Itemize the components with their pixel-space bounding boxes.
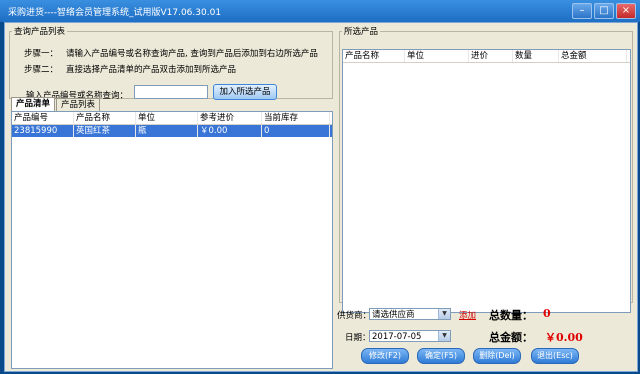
step1: 步骤一： 请输入产品编号或名称查询产品, 查询到产品后添加到右边所选产品 xyxy=(24,47,318,59)
product-grid[interactable]: 产品编号 产品名称 单位 参考进价 当前库存 23815990 英国红茶 瓶 ￥… xyxy=(11,111,333,369)
table-row[interactable]: 23815990 英国红茶 瓶 ￥0.00 0 xyxy=(12,125,332,137)
column-header[interactable]: 当前库存 xyxy=(262,112,330,124)
date-value: 2017-07-05 xyxy=(372,332,422,342)
add-to-selected-button[interactable]: 加入所选产品 xyxy=(213,84,277,100)
search-input[interactable] xyxy=(134,85,208,99)
confirm-button[interactable]: 确定(F5) xyxy=(417,348,465,364)
column-header[interactable]: 产品编号 xyxy=(12,112,74,124)
step1-label: 步骤一： xyxy=(24,49,59,59)
window-title: 采购进货----智络会员管理系统_试用版V17.06.30.01 xyxy=(8,8,222,18)
column-header[interactable]: 总金额 xyxy=(559,50,627,62)
step2: 步骤二： 直接选择产品清单的产品双击添加到所选产品 xyxy=(24,63,236,75)
maximize-button[interactable]: □ xyxy=(594,3,614,19)
cell-product-code: 23815990 xyxy=(12,125,74,137)
column-header[interactable]: 单位 xyxy=(136,112,198,124)
column-header[interactable]: 进价 xyxy=(469,50,513,62)
tab-product-inventory[interactable]: 产品清单 xyxy=(11,97,56,112)
main-window: 查询产品列表 步骤一： 请输入产品编号或名称查询产品, 查询到产品后添加到右边所… xyxy=(4,22,638,372)
total-amount-value: ￥0.00 xyxy=(545,331,583,344)
date-picker[interactable]: 2017-07-05 ▼ xyxy=(369,330,451,342)
window-controls: – □ × xyxy=(572,3,636,19)
close-button[interactable]: × xyxy=(616,3,636,19)
query-legend: 查询产品列表 xyxy=(14,27,66,37)
selected-products-panel: 所选产品 产品名称 单位 进价 数量 总金额 xyxy=(339,25,633,313)
cell-unit: 瓶 xyxy=(136,125,198,137)
total-quantity-label: 总数量： xyxy=(489,309,533,322)
chevron-down-icon[interactable]: ▼ xyxy=(438,309,450,319)
column-header[interactable]: 产品名称 xyxy=(74,112,136,124)
cell-product-name: 英国红茶 xyxy=(74,125,136,137)
exit-button[interactable]: 退出(Esc) xyxy=(531,348,579,364)
modify-button[interactable]: 修改(F2) xyxy=(361,348,409,364)
supplier-select[interactable]: 请选供应商 ▼ xyxy=(369,308,451,320)
cell-stock: 0 xyxy=(262,125,330,137)
supplier-label: 供货商： xyxy=(337,311,372,321)
selected-legend: 所选产品 xyxy=(344,27,379,37)
add-supplier-link[interactable]: 添加 xyxy=(459,309,476,321)
query-panel: 查询产品列表 步骤一： 请输入产品编号或名称查询产品, 查询到产品后添加到右边所… xyxy=(9,25,333,101)
total-quantity-value: 0 xyxy=(543,307,551,320)
total-amount-label: 总金额： xyxy=(489,331,533,344)
selected-grid-header: 产品名称 单位 进价 数量 总金额 xyxy=(343,50,630,63)
column-header[interactable]: 单位 xyxy=(405,50,469,62)
minimize-button[interactable]: – xyxy=(572,3,592,19)
tab-strip: 产品清单 产品列表 xyxy=(11,97,101,112)
delete-button[interactable]: 删除(Del) xyxy=(473,348,521,364)
product-grid-header: 产品编号 产品名称 单位 参考进价 当前库存 xyxy=(12,112,332,125)
cell-reference-price: ￥0.00 xyxy=(198,125,262,137)
calendar-dropdown-icon[interactable]: ▼ xyxy=(438,331,450,341)
supplier-value: 请选供应商 xyxy=(372,310,415,320)
title-bar[interactable]: 采购进货----智络会员管理系统_试用版V17.06.30.01 – □ × xyxy=(0,0,640,22)
column-header[interactable]: 产品名称 xyxy=(343,50,405,62)
selected-products-grid[interactable]: 产品名称 单位 进价 数量 总金额 xyxy=(342,49,631,313)
column-header[interactable]: 数量 xyxy=(513,50,559,62)
step1-text: 请输入产品编号或名称查询产品, 查询到产品后添加到右边所选产品 xyxy=(66,49,318,59)
date-label: 日期： xyxy=(345,333,371,343)
tab-product-list[interactable]: 产品列表 xyxy=(56,98,101,111)
step2-text: 直接选择产品清单的产品双击添加到所选产品 xyxy=(66,65,237,75)
step2-label: 步骤二： xyxy=(24,65,59,75)
column-header[interactable]: 参考进价 xyxy=(198,112,262,124)
